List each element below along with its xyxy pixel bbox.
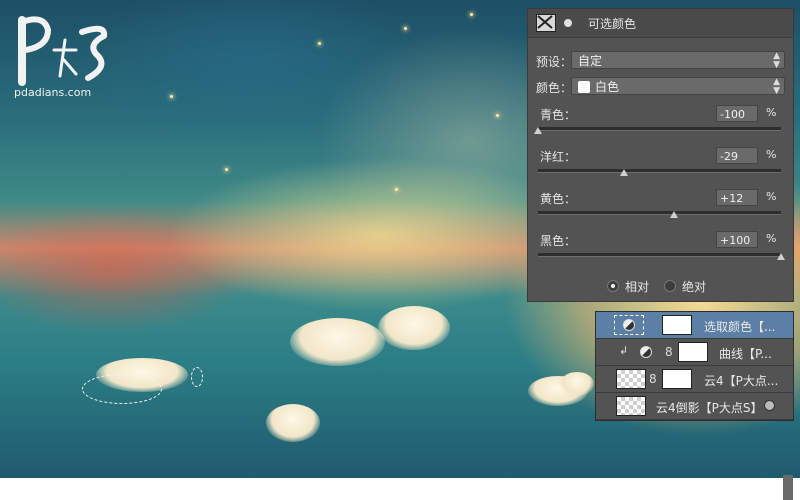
colors-value: 白色 bbox=[595, 80, 620, 94]
magenta-label: 洋红： bbox=[540, 150, 577, 164]
relative-radio[interactable] bbox=[607, 280, 619, 292]
star bbox=[470, 13, 473, 16]
cyan-unit: % bbox=[766, 106, 777, 119]
mask-icon[interactable] bbox=[560, 15, 578, 31]
layer-thumbnail[interactable] bbox=[616, 369, 646, 389]
scrollbar[interactable] bbox=[783, 475, 793, 500]
smart-filter-icon[interactable] bbox=[764, 400, 775, 411]
cloud bbox=[378, 306, 450, 350]
layer-row-cloud4[interactable]: 8 云4【P大点... bbox=[596, 366, 793, 393]
preset-value: 自定 bbox=[578, 54, 603, 68]
preset-select[interactable]: 自定 ▲ ▼ bbox=[571, 51, 785, 70]
preset-label: 预设： bbox=[536, 55, 573, 69]
selection-marquee[interactable] bbox=[191, 367, 203, 387]
adjustment-thumbnail[interactable] bbox=[614, 315, 644, 335]
yellow-input[interactable]: +12 bbox=[716, 189, 758, 206]
layer-name[interactable]: 选取颜色【... bbox=[704, 318, 775, 335]
magenta-input[interactable]: -29 bbox=[716, 147, 758, 164]
layers-panel: 选取颜色【... ↲ 8 曲线【P... 8 云4【P大点... 云4倒影【P大… bbox=[595, 311, 794, 500]
layer-name[interactable]: 曲线【P... bbox=[719, 345, 772, 362]
link-icon[interactable]: 8 bbox=[649, 372, 657, 386]
relative-label: 相对 bbox=[625, 280, 650, 294]
slider-thumb[interactable] bbox=[670, 211, 679, 218]
layer-row-selective-color[interactable]: 选取颜色【... bbox=[596, 312, 793, 339]
properties-header: 可选颜色 bbox=[528, 9, 793, 38]
star bbox=[225, 168, 228, 171]
select-arrows-icon: ▲ ▼ bbox=[773, 77, 780, 96]
colors-label: 颜色： bbox=[536, 81, 573, 95]
link-icon[interactable]: 8 bbox=[665, 345, 673, 359]
mask-thumbnail[interactable] bbox=[662, 369, 692, 389]
black-slider[interactable] bbox=[538, 253, 785, 260]
layer-name[interactable]: 云4【P大点... bbox=[704, 372, 778, 389]
adjustment-layer-icon[interactable] bbox=[640, 346, 652, 358]
cyan-input[interactable]: -100 bbox=[716, 105, 758, 122]
magenta-slider[interactable] bbox=[538, 169, 781, 176]
cyan-label: 青色： bbox=[540, 108, 577, 122]
magenta-unit: % bbox=[766, 148, 777, 161]
mask-thumbnail[interactable] bbox=[678, 342, 708, 362]
watermark-url: pdadians.com bbox=[14, 86, 92, 99]
selection-marquee[interactable] bbox=[82, 374, 162, 404]
black-unit: % bbox=[766, 232, 777, 245]
colors-select[interactable]: 白色 ▲ ▼ bbox=[571, 77, 785, 96]
select-arrows-icon: ▲ ▼ bbox=[773, 51, 780, 70]
clip-arrow-icon: ↲ bbox=[619, 344, 629, 357]
black-label: 黑色： bbox=[540, 234, 577, 248]
slider-thumb[interactable] bbox=[777, 253, 785, 260]
slider-thumb[interactable] bbox=[620, 169, 629, 176]
star bbox=[404, 27, 407, 30]
yellow-label: 黄色： bbox=[540, 192, 577, 206]
cloud bbox=[560, 372, 594, 396]
cloud bbox=[290, 318, 385, 366]
star bbox=[395, 188, 398, 191]
adjustment-icon[interactable] bbox=[536, 14, 556, 32]
mask-thumbnail[interactable] bbox=[662, 315, 692, 335]
yellow-unit: % bbox=[766, 190, 777, 203]
layer-thumbnail[interactable] bbox=[616, 396, 646, 416]
selective-color-icon bbox=[537, 15, 553, 29]
cloud bbox=[266, 404, 320, 442]
layer-row-cloud4-reflection[interactable]: 云4倒影【P大点S】 bbox=[596, 393, 793, 500]
star bbox=[318, 42, 321, 45]
absolute-radio[interactable] bbox=[664, 280, 676, 292]
color-swatch bbox=[578, 81, 590, 93]
star bbox=[170, 95, 173, 98]
black-input[interactable]: +100 bbox=[716, 231, 758, 248]
absolute-label: 绝对 bbox=[682, 280, 707, 294]
panel-title: 可选颜色 bbox=[588, 16, 637, 31]
layer-name[interactable]: 云4倒影【P大点S】 bbox=[656, 399, 763, 416]
cyan-slider[interactable] bbox=[534, 127, 781, 134]
yellow-slider[interactable] bbox=[538, 211, 781, 218]
slider-thumb[interactable] bbox=[534, 127, 542, 134]
adjustment-layer-icon bbox=[623, 319, 635, 331]
properties-panel: 可选颜色 预设： 自定 ▲ ▼ 颜色： 白色 ▲ ▼ 青色： -100 % 洋红： … bbox=[527, 8, 794, 302]
star bbox=[496, 114, 499, 117]
layer-row-curves[interactable]: ↲ 8 曲线【P... bbox=[596, 339, 793, 366]
